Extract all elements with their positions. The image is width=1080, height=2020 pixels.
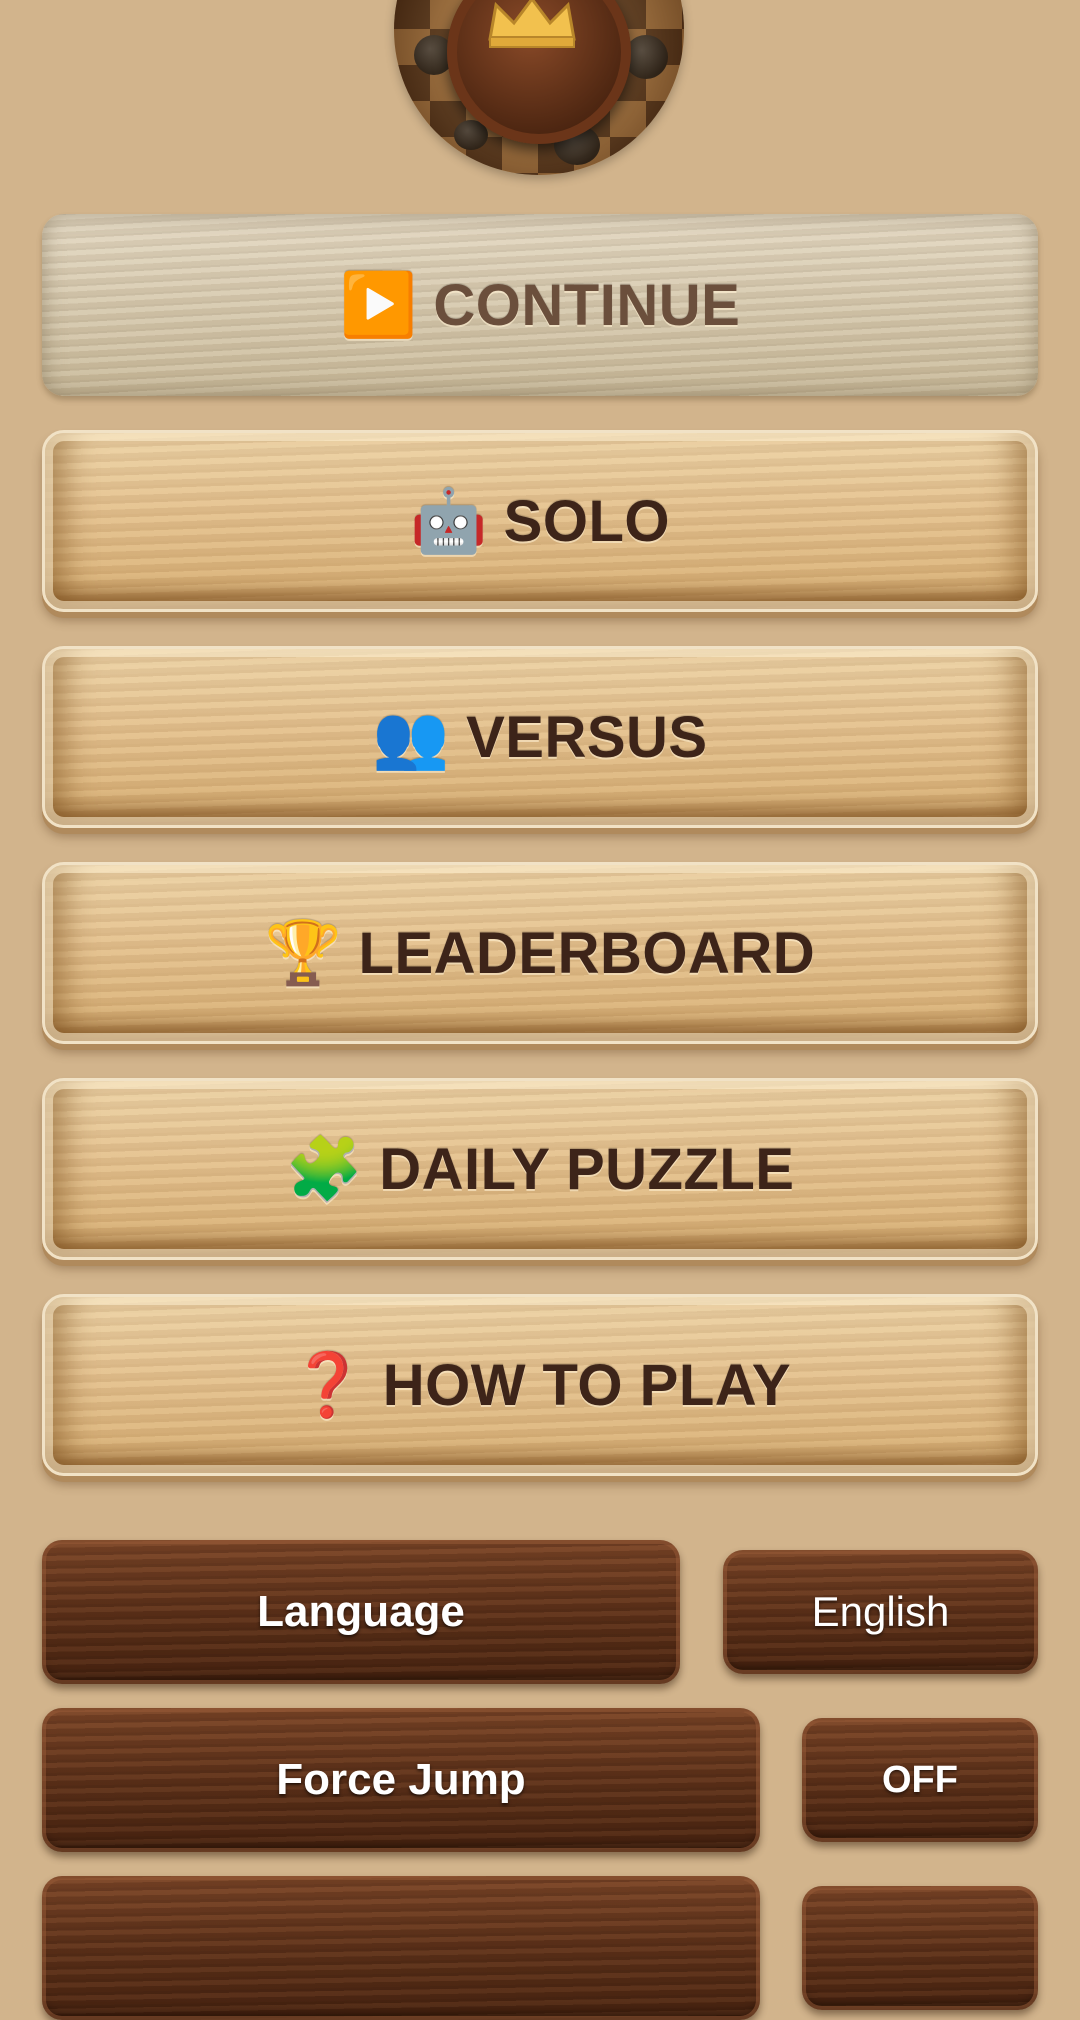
versus-label: VERSUS — [466, 704, 708, 770]
trophy-icon: 🏆 — [264, 916, 343, 989]
daily-puzzle-label: DAILY PUZZLE — [379, 1136, 795, 1202]
daily-puzzle-button[interactable]: 🧩 DAILY PUZZLE — [42, 1078, 1038, 1260]
language-button[interactable]: Language — [42, 1540, 680, 1684]
play-button-icon: ▶️ — [339, 268, 418, 341]
force-jump-value: OFF — [882, 1758, 958, 1801]
next-setting-button[interactable] — [42, 1876, 760, 2020]
versus-button[interactable]: 👥 VERSUS — [42, 646, 1038, 828]
how-to-play-label: HOW TO PLAY — [382, 1352, 792, 1418]
game-logo — [394, 0, 684, 175]
force-jump-label: Force Jump — [276, 1755, 526, 1804]
crown-icon — [488, 0, 576, 48]
how-to-play-button[interactable]: ❓ HOW TO PLAY — [42, 1294, 1038, 1476]
leaderboard-label: LEADERBOARD — [358, 920, 816, 986]
language-selector[interactable]: English — [723, 1550, 1038, 1674]
leaderboard-button[interactable]: 🏆 LEADERBOARD — [42, 862, 1038, 1044]
continue-label: CONTINUE — [433, 272, 741, 338]
robot-icon: 🤖 — [409, 484, 488, 557]
solo-button[interactable]: 🤖 SOLO — [42, 430, 1038, 612]
force-jump-button[interactable]: Force Jump — [42, 1708, 760, 1852]
language-label: Language — [257, 1587, 465, 1636]
language-value: English — [811, 1588, 950, 1635]
puzzle-piece-icon: 🧩 — [285, 1132, 364, 1205]
next-setting-toggle[interactable] — [802, 1886, 1038, 2010]
question-mark-icon: ❓ — [288, 1348, 367, 1421]
continue-button[interactable]: ▶️ CONTINUE — [42, 214, 1038, 396]
solo-label: SOLO — [503, 488, 671, 554]
two-people-icon: 👥 — [372, 700, 451, 773]
force-jump-toggle[interactable]: OFF — [802, 1718, 1038, 1842]
